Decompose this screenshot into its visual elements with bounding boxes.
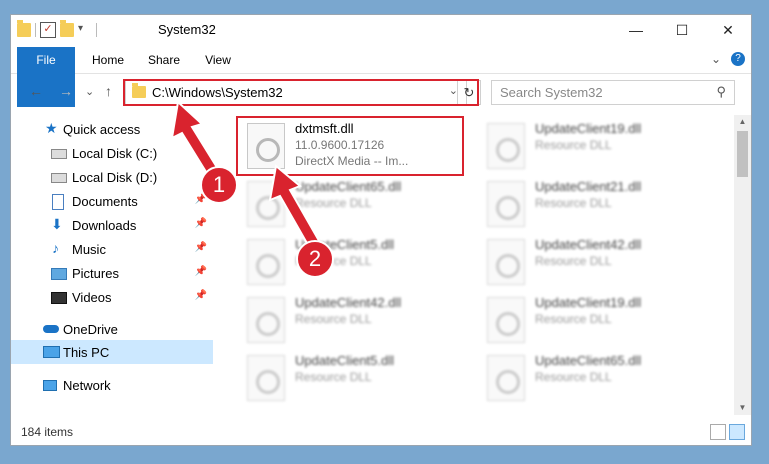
step-badge-2: 2 [296, 240, 334, 278]
annotation-arrows [170, 100, 324, 254]
step-badge-1: 1 [200, 166, 238, 204]
